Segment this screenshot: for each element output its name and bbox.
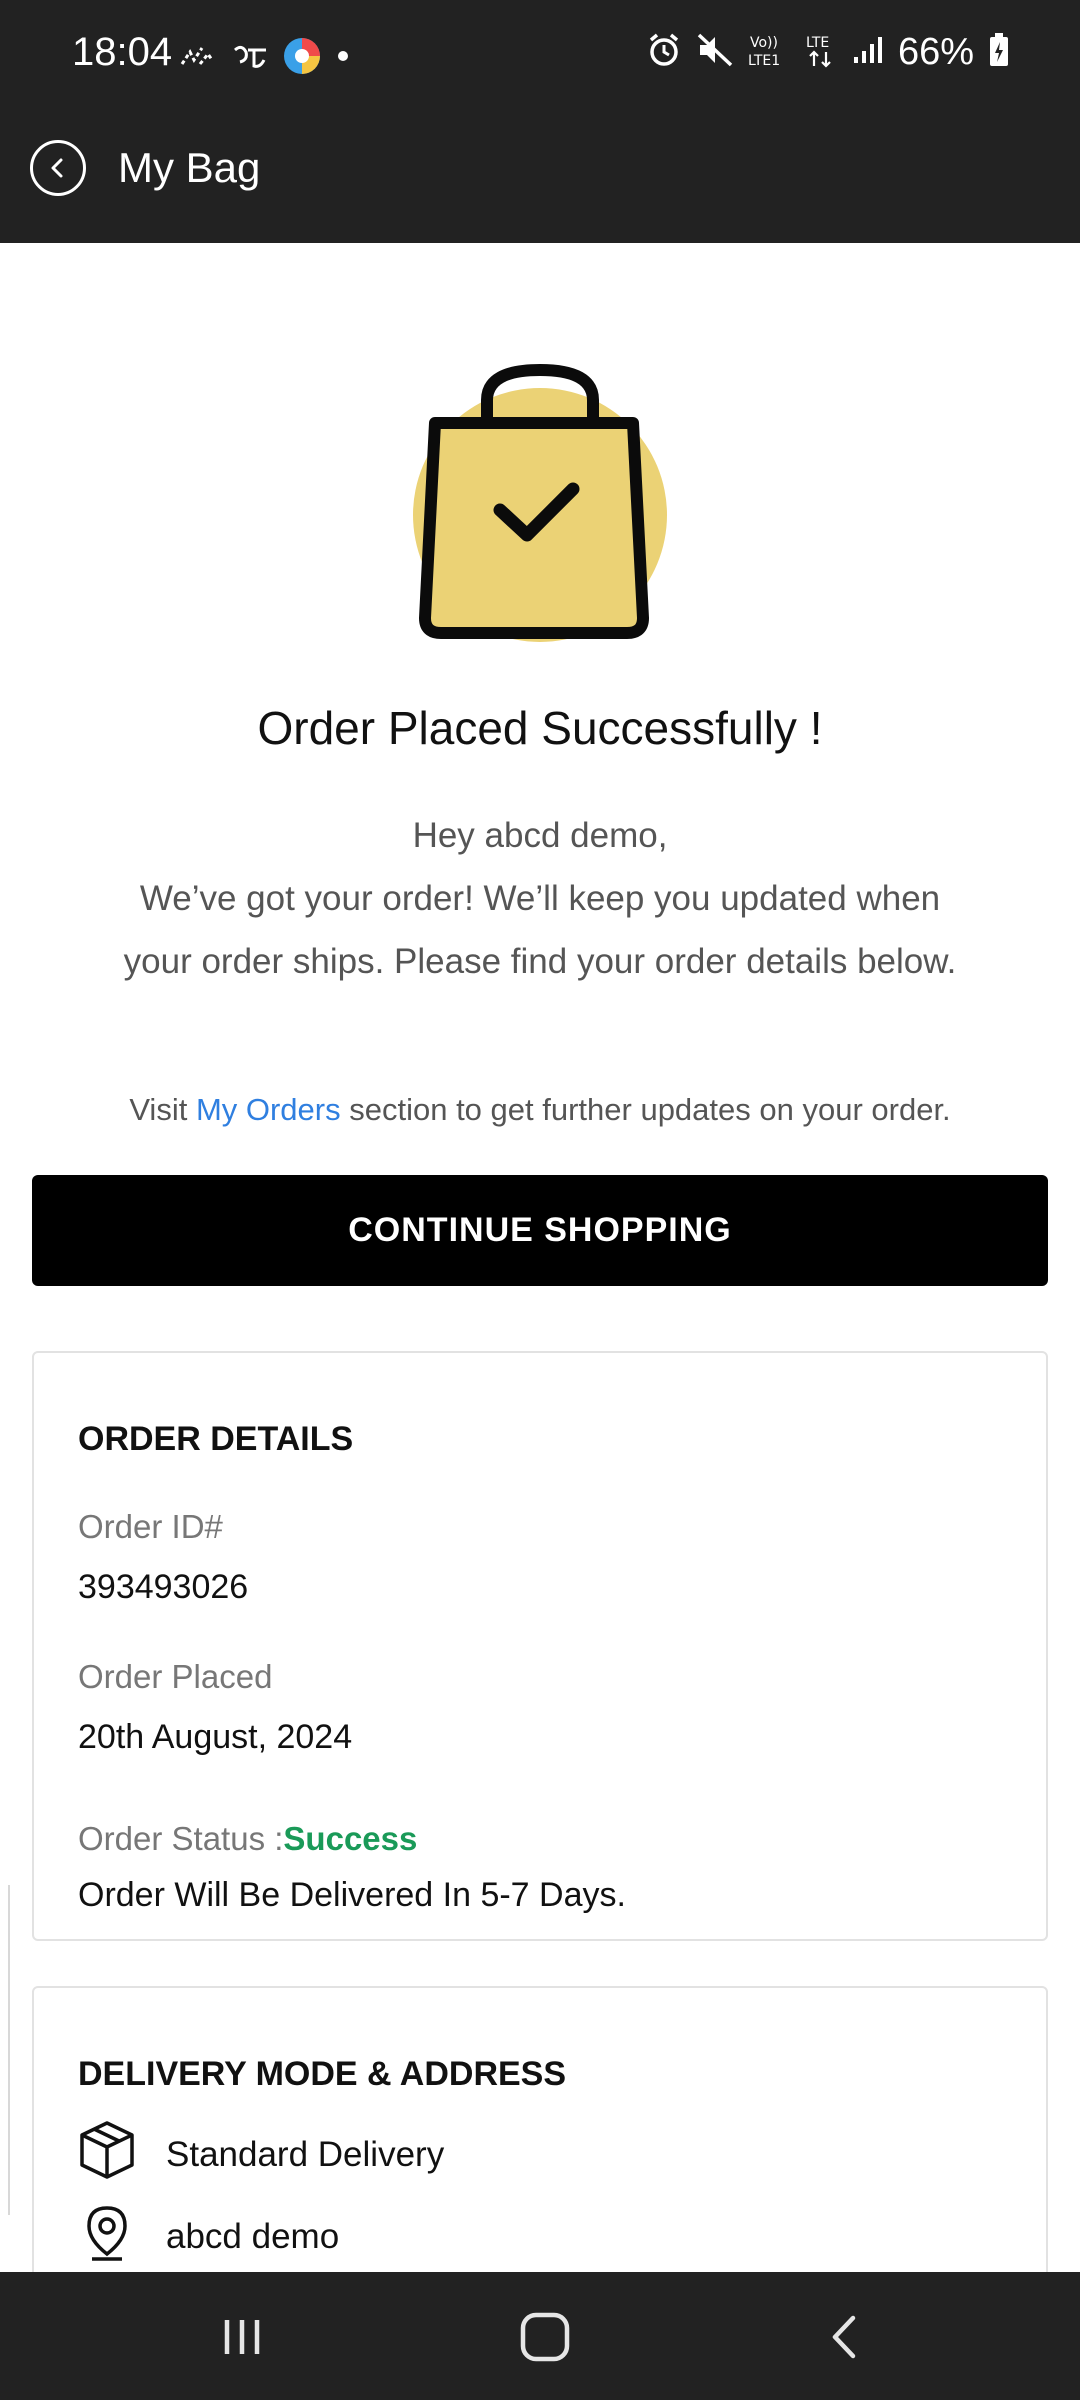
alarm-icon: [646, 32, 682, 73]
delivery-mode-row: Standard Delivery: [78, 2120, 444, 2190]
back-icon[interactable]: [800, 2298, 890, 2376]
status-bar: 18:04 Vo)) LTE1 LTE 66%: [0, 0, 1080, 104]
order-success-heading: Order Placed Successfully !: [257, 702, 823, 754]
system-nav-bar: [0, 2272, 1080, 2400]
back-arrow-icon[interactable]: [30, 140, 86, 196]
order-placed-label: Order Placed: [78, 1658, 273, 1695]
edge-panel-handle[interactable]: [0, 1885, 10, 2215]
my-orders-link[interactable]: My Orders: [196, 1092, 341, 1127]
greeting-text: Hey abcd demo,: [412, 816, 668, 855]
order-status-value: Success: [283, 1820, 418, 1857]
delivery-estimate: Order Will Be Delivered In 5-7 Days.: [78, 1876, 626, 1914]
order-id-label: Order ID#: [78, 1508, 223, 1545]
order-details-card: ORDER DETAILS Order ID# 393493026 Order …: [32, 1351, 1048, 1941]
delivery-mode-text: Standard Delivery: [166, 2135, 445, 2174]
battery-percentage: 66%: [897, 31, 974, 73]
order-details-title: ORDER DETAILS: [78, 1420, 354, 1458]
order-placed-date: 20th August, 2024: [78, 1718, 353, 1756]
order-id-value: 393493026: [78, 1568, 249, 1606]
visit-orders-text: Visit My Orders section to get further u…: [0, 1088, 1080, 1132]
shopping-bag-check-icon: [405, 353, 685, 653]
status-system-icons: Vo)) LTE1 LTE 66%: [646, 28, 1010, 76]
app-bar: My Bag: [0, 104, 1080, 243]
page-title: My Bag: [118, 144, 261, 191]
location-pin-icon: [78, 2202, 136, 2272]
continue-shopping-button[interactable]: CONTINUE SHOPPING: [32, 1175, 1048, 1286]
svg-text:LTE: LTE: [806, 35, 829, 51]
signal-bars-icon: [852, 35, 884, 70]
status-notification-icons: [180, 36, 350, 81]
browser-app-icon: [282, 36, 322, 81]
home-icon[interactable]: [500, 2298, 590, 2376]
order-info-text: We’ve got your order! We’ll keep you upd…: [123, 879, 957, 981]
bengali-script-icon: [232, 42, 268, 75]
dot-icon: [336, 49, 350, 68]
signal-wave-icon: [180, 44, 218, 73]
visit-suffix: section to get further updates on your o…: [340, 1092, 951, 1127]
lte-icon: LTE: [804, 32, 838, 73]
volte-icon: Vo)) LTE1: [748, 32, 790, 73]
recent-apps-icon[interactable]: [197, 2298, 287, 2376]
status-time: 18:04: [72, 30, 173, 74]
battery-icon: [988, 32, 1010, 73]
delivery-title: DELIVERY MODE & ADDRESS: [78, 2055, 567, 2093]
mute-icon: [696, 32, 734, 73]
package-icon: [78, 2120, 136, 2190]
delivery-name-text: abcd demo: [166, 2217, 340, 2256]
delivery-name-row: abcd demo: [78, 2202, 339, 2272]
svg-text:Vo)): Vo)): [750, 35, 778, 51]
svg-text:LTE1: LTE1: [748, 53, 780, 68]
order-status-row: Order Status :Success: [78, 1819, 417, 1859]
visit-prefix: Visit: [129, 1092, 196, 1127]
success-hero: [0, 243, 1080, 663]
confirmation-message: Hey abcd demo, We’ve got your order! We’…: [110, 804, 970, 993]
order-status-label: Order Status :: [78, 1820, 284, 1857]
